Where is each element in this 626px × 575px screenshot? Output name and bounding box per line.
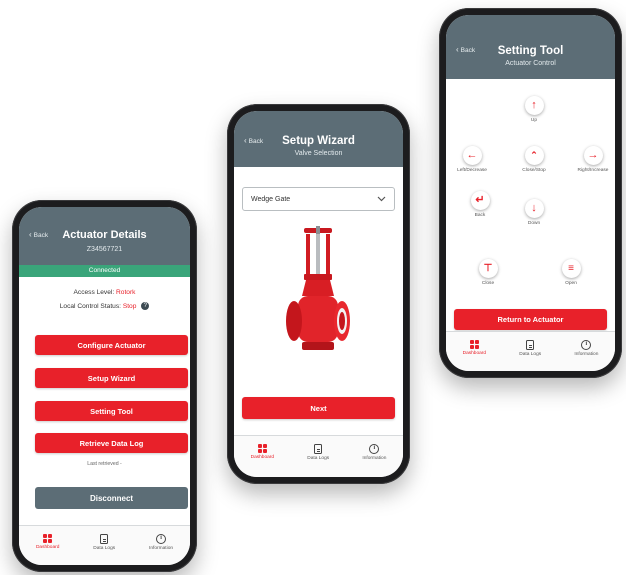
tab-label: Information [362, 456, 387, 461]
control-label: Down [527, 221, 541, 226]
actuator-details-screen: ‹ Back Actuator Details Z34567721 Connec… [19, 207, 190, 565]
tab-label: Dashboard [462, 351, 487, 356]
tab-information[interactable]: i Information [362, 436, 386, 461]
header: ‹ Back Actuator Details Z34567721 [19, 207, 190, 265]
retrieve-data-log-button[interactable]: Retrieve Data Log [35, 433, 188, 453]
tab-label: Information [574, 352, 599, 357]
chevron-down-icon [377, 196, 386, 202]
double-chevron-up-icon: ⌃ [524, 146, 544, 165]
info-icon: i [156, 534, 167, 544]
setting-tool-button[interactable]: Setting Tool [35, 401, 188, 421]
dashboard-icon [257, 444, 267, 453]
arrow-left-icon: ← [462, 146, 482, 165]
setting-tool-screen: ‹ Back Setting Tool Actuator Control ↑ U… [446, 15, 615, 371]
access-level-line: Access Level: Rotork [19, 289, 190, 296]
back-button[interactable]: ‹ Back [456, 46, 475, 54]
back-label: Back [248, 137, 264, 145]
tab-data-logs[interactable]: Data Logs [93, 526, 115, 551]
back-button[interactable]: ‹ Back [29, 231, 48, 239]
info-icon: i [369, 444, 380, 454]
tab-label: Data Logs [519, 352, 542, 357]
tab-label: Data Logs [93, 546, 116, 551]
configure-actuator-button[interactable]: Configure Actuator [35, 335, 188, 355]
control-label: Right/Increase [577, 168, 609, 173]
open-valve-icon: ≡ [561, 259, 581, 278]
page-subtitle: Valve Selection [294, 150, 343, 157]
control-label: Up [530, 118, 538, 123]
local-control-line: Local Control Status: Stop ? [19, 302, 190, 310]
arrow-down-icon: ↓ [524, 199, 544, 218]
tab-bar: Dashboard Data Logs i Information [446, 331, 615, 371]
access-level-label: Access Level: [73, 289, 115, 296]
tab-data-logs[interactable]: Data Logs [307, 436, 329, 461]
local-control-value: Stop [122, 302, 137, 310]
phone-setting-tool: ‹ Back Setting Tool Actuator Control ↑ U… [439, 8, 622, 378]
header: ‹ Back Setting Tool Actuator Control [446, 15, 615, 79]
serial-number: Z34567721 [86, 246, 123, 253]
back-button[interactable]: ‹ Back [244, 137, 263, 145]
chevron-left-icon: ‹ [244, 136, 247, 145]
disconnect-button[interactable]: Disconnect [35, 487, 188, 509]
setup-wizard-screen: ‹ Back Setup Wizard Valve Selection Wedg… [234, 111, 403, 477]
tab-bar: Dashboard Data Logs i Information [19, 525, 190, 565]
down-control[interactable]: ↓ Down [519, 199, 549, 226]
document-icon [100, 534, 109, 544]
chevron-left-icon: ‹ [29, 230, 32, 239]
dashboard-icon [43, 534, 53, 543]
back-label: Back [33, 231, 49, 239]
connection-status-text: Connected [88, 267, 121, 274]
tab-label: Dashboard [250, 455, 275, 460]
up-control[interactable]: ↑ Up [519, 96, 549, 123]
close-valve-icon: ⊤ [478, 259, 498, 278]
tab-dashboard[interactable]: Dashboard [251, 436, 274, 460]
setup-wizard-button[interactable]: Setup Wizard [35, 368, 188, 388]
document-icon [526, 340, 535, 350]
back-control[interactable]: ↵ Back [465, 191, 495, 218]
control-label: Close/Stop [522, 168, 546, 173]
left-decrease-control[interactable]: ← Left/Decrease [450, 146, 494, 173]
back-label: Back [460, 46, 476, 54]
last-retrieved-text: Last retrieved - [87, 461, 122, 467]
next-button[interactable]: Next [242, 397, 395, 419]
valve-type-dropdown[interactable]: Wedge Gate [242, 187, 395, 211]
dashboard-icon [469, 340, 479, 349]
tab-information[interactable]: i Information [149, 526, 173, 551]
control-label: Open [565, 281, 577, 286]
dropdown-value: Wedge Gate [251, 195, 291, 203]
question-circle-icon[interactable]: ? [141, 302, 150, 310]
arrow-up-icon: ↑ [524, 96, 544, 115]
return-arrow-icon: ↵ [470, 191, 490, 210]
phone-setup-wizard: ‹ Back Setup Wizard Valve Selection Wedg… [227, 104, 410, 484]
tab-information[interactable]: i Information [574, 332, 598, 357]
open-valve-control[interactable]: ≡ Open [554, 259, 588, 286]
document-icon [314, 444, 323, 454]
tab-bar: Dashboard Data Logs i Information [234, 435, 403, 477]
tab-data-logs[interactable]: Data Logs [519, 332, 541, 357]
header: ‹ Back Setup Wizard Valve Selection [234, 111, 403, 167]
control-label: Left/Decrease [457, 168, 487, 173]
page-subtitle: Actuator Control [505, 60, 556, 67]
arrow-right-icon: → [583, 146, 603, 165]
tab-dashboard[interactable]: Dashboard [463, 332, 486, 356]
close-valve-control[interactable]: ⊤ Close [471, 259, 505, 286]
control-label: Back [474, 213, 486, 218]
tab-label: Data Logs [307, 456, 330, 461]
control-label: Close [481, 281, 495, 286]
tab-label: Information [149, 546, 174, 551]
chevron-left-icon: ‹ [456, 45, 459, 54]
access-level-value: Rotork [116, 289, 136, 296]
return-to-actuator-button[interactable]: Return to Actuator [454, 309, 607, 330]
tab-label: Dashboard [35, 545, 60, 550]
right-increase-control[interactable]: → Right/Increase [568, 146, 615, 173]
close-stop-control[interactable]: ⌃ Close/Stop [512, 146, 556, 173]
wedge-gate-valve-image [286, 226, 350, 350]
info-icon: i [581, 340, 592, 350]
connection-status-bar: Connected [19, 265, 190, 277]
phone-actuator-details: ‹ Back Actuator Details Z34567721 Connec… [12, 200, 197, 572]
tab-dashboard[interactable]: Dashboard [36, 526, 59, 550]
local-control-label: Local Control Status: [59, 302, 121, 310]
